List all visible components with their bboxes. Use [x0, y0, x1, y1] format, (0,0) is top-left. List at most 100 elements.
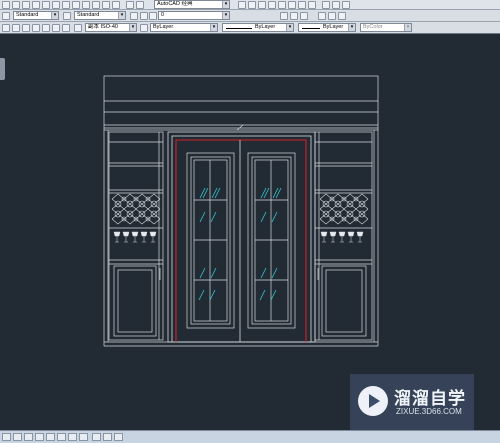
watermark: 溜溜自学 ZIXUE.3D66.COM	[350, 374, 474, 432]
lock-icon[interactable]	[248, 1, 256, 9]
chevron-down-icon: ▾	[210, 24, 217, 31]
workspace-dropdown[interactable]: AutoCAD 经典 ▾	[154, 0, 230, 9]
text-style-value: Standard	[16, 12, 39, 18]
chevron-down-icon: ▾	[286, 24, 293, 31]
layer-properties-icon[interactable]	[130, 12, 138, 20]
workspace-icon	[126, 1, 134, 9]
dimension-icon[interactable]	[342, 1, 350, 9]
taskbar	[0, 430, 500, 443]
multileader-style-icon	[74, 24, 82, 32]
color-dropdown[interactable]: ByLayer ▾	[150, 23, 218, 32]
ortho-icon[interactable]	[52, 24, 60, 32]
text-style-icon	[2, 12, 10, 20]
color-swatch-icon	[140, 24, 148, 32]
left-glass-door	[186, 152, 235, 329]
undo-icon[interactable]	[2, 1, 10, 9]
grid-icon[interactable]	[32, 24, 40, 32]
layer-state-icon[interactable]	[278, 1, 286, 9]
add-leader-icon[interactable]	[328, 12, 336, 20]
zoom-previous-icon[interactable]	[42, 1, 50, 9]
snap-icon[interactable]	[42, 24, 50, 32]
color-value: ByLayer	[153, 24, 174, 30]
taskbar-app-icon[interactable]	[57, 433, 66, 441]
chevron-down-icon: ▾	[118, 12, 125, 19]
layer-walk-icon[interactable]	[290, 12, 298, 20]
taskbar-app-icon[interactable]	[68, 433, 77, 441]
lightbulb-icon	[140, 12, 148, 20]
sun-icon	[149, 12, 157, 20]
pan-icon[interactable]	[12, 1, 20, 9]
lineweight-dropdown[interactable]: ByLayer ▾	[298, 23, 356, 32]
right-glass-door	[247, 152, 296, 329]
plotstyle-value: ByColor	[363, 24, 383, 30]
layer-icon[interactable]	[258, 1, 266, 9]
dim-style-icon	[63, 12, 71, 20]
multileader-style-value: 副本 ISO-40	[88, 24, 118, 30]
linetype-value: ByLayer	[255, 24, 276, 30]
taskbar-app-icon[interactable]	[13, 433, 22, 441]
linetype-dropdown[interactable]: ByLayer ▾	[222, 23, 294, 32]
right-glasses	[320, 231, 364, 243]
draw-order-icon[interactable]	[322, 1, 330, 9]
text-icon[interactable]	[22, 24, 30, 32]
lineweight-value: ByLayer	[323, 24, 344, 30]
layout-icon[interactable]	[12, 24, 20, 32]
cornice-outline	[103, 75, 379, 131]
properties-toolbar: 副本 ISO-40 ▾ ByLayer ▾ ByLayer ▾ ByLayer ▾ By…	[0, 22, 500, 34]
text-style-dropdown[interactable]: Standard ▾	[13, 11, 59, 20]
unisolate-icon[interactable]	[308, 1, 316, 9]
quickcalc-icon[interactable]	[102, 1, 110, 9]
layer-previous-icon[interactable]	[268, 1, 276, 9]
table-style-icon	[2, 24, 10, 32]
properties-icon[interactable]	[52, 1, 60, 9]
help-icon[interactable]	[112, 1, 120, 9]
door-frame	[167, 131, 316, 343]
align-leader-icon[interactable]	[338, 12, 346, 20]
sheet-set-icon[interactable]	[82, 1, 90, 9]
watermark-url: ZIXUE.3D66.COM	[396, 407, 462, 416]
make-current-icon[interactable]	[280, 12, 288, 20]
layer-dropdown[interactable]: 0 ▾	[158, 11, 230, 20]
watermark-title: 溜溜自学	[394, 389, 466, 408]
dim-style-value: Standard	[77, 12, 100, 18]
workspace-settings-icon[interactable]	[238, 1, 246, 9]
design-center-icon[interactable]	[62, 1, 70, 9]
isolate-icon[interactable]	[298, 1, 306, 9]
zoom-window-icon[interactable]	[32, 1, 40, 9]
taskbar-app-icon[interactable]	[92, 433, 101, 441]
chevron-down-icon: ▾	[404, 24, 411, 31]
multileader-style-dropdown[interactable]: 副本 ISO-40 ▾	[85, 23, 137, 32]
chevron-down-icon: ▾	[129, 24, 136, 31]
zoom-realtime-icon[interactable]	[22, 1, 30, 9]
polar-icon[interactable]	[62, 24, 70, 32]
text-edit-icon[interactable]	[332, 1, 340, 9]
left-glasses	[113, 231, 157, 243]
workspace-value: AutoCAD 经典	[157, 1, 193, 7]
left-wine-rack	[111, 193, 161, 225]
chevron-down-icon: ▾	[222, 1, 229, 8]
drawing-canvas[interactable]	[0, 34, 500, 430]
layer-freeze-icon[interactable]	[300, 12, 308, 20]
chevron-down-icon: ▾	[348, 24, 355, 31]
match-layer-icon[interactable]	[288, 1, 296, 9]
play-logo-icon	[358, 386, 388, 416]
taskbar-app-icon[interactable]	[35, 433, 44, 441]
chevron-down-icon: ▾	[51, 12, 58, 19]
plotstyle-dropdown: ByColor ▾	[360, 23, 412, 32]
standard-toolbar: AutoCAD 经典 ▾	[0, 0, 500, 10]
taskbar-app-icon[interactable]	[24, 433, 33, 441]
markup-icon[interactable]	[92, 1, 100, 9]
taskbar-app-icon[interactable]	[79, 433, 88, 441]
right-wine-rack	[319, 193, 369, 225]
tool-palettes-icon[interactable]	[72, 1, 80, 9]
dim-style-dropdown[interactable]: Standard ▾	[74, 11, 126, 20]
chevron-down-icon: ▾	[222, 12, 229, 19]
settings-gear-icon[interactable]	[136, 1, 144, 9]
taskbar-app-icon[interactable]	[46, 433, 55, 441]
taskbar-app-icon[interactable]	[103, 433, 112, 441]
start-icon[interactable]	[2, 433, 11, 441]
styles-toolbar: Standard ▾ Standard ▾ 0 ▾	[0, 10, 500, 22]
multileader-icon[interactable]	[318, 12, 326, 20]
taskbar-app-icon[interactable]	[114, 433, 123, 441]
layer-value: 0	[161, 12, 165, 18]
